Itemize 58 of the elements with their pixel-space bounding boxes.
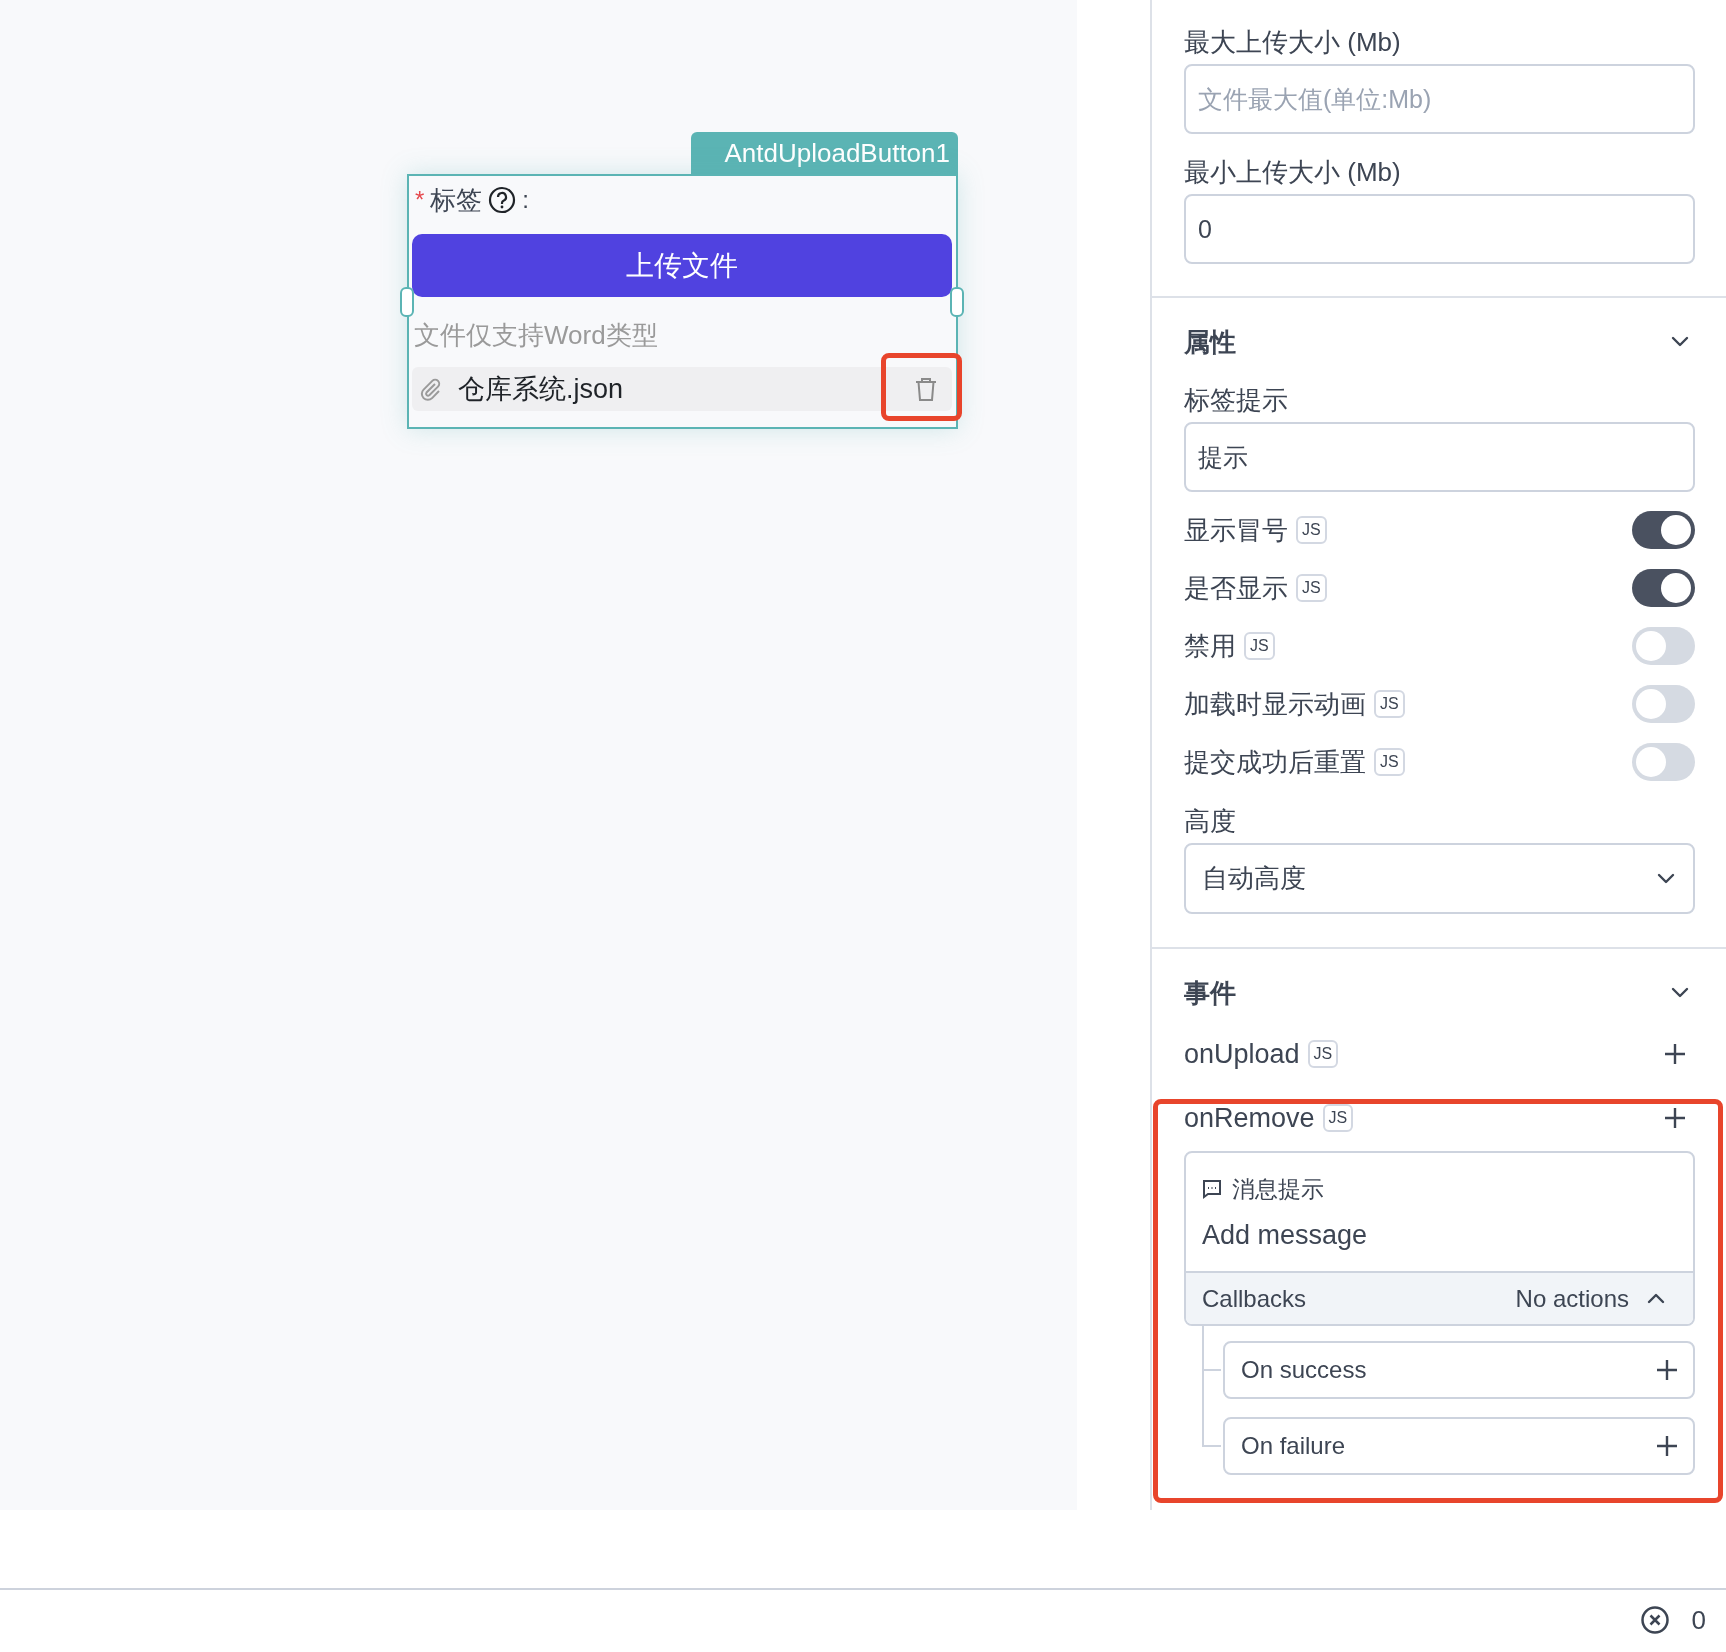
add-icon[interactable] xyxy=(1655,1358,1679,1382)
toggle-label: 加载时显示动画 xyxy=(1184,687,1366,721)
toggle-switch[interactable] xyxy=(1632,511,1695,549)
colon: : xyxy=(522,185,529,215)
callback-item[interactable]: On success xyxy=(1223,1341,1695,1399)
component-name-tag: AntdUploadButton1 xyxy=(691,132,958,174)
js-badge[interactable]: JS xyxy=(1374,748,1405,776)
toggle-label: 是否显示 xyxy=(1184,571,1288,605)
upload-component[interactable]: * 标签 : 上传文件 文件仅支持Word类型 仓库系统.json xyxy=(407,174,958,429)
section-title: 事件 xyxy=(1184,976,1236,1010)
event-name: onUpload xyxy=(1184,1037,1300,1071)
callback-item[interactable]: On failure xyxy=(1223,1417,1695,1475)
event-name: onRemove xyxy=(1184,1101,1315,1135)
js-badge[interactable]: JS xyxy=(1296,574,1327,602)
height-select[interactable]: 自动高度 xyxy=(1184,843,1695,914)
js-badge[interactable]: JS xyxy=(1244,632,1275,660)
error-count: 0 xyxy=(1691,1603,1706,1637)
file-item[interactable]: 仓库系统.json xyxy=(412,367,952,411)
callbacks-header[interactable]: Callbacks No actions xyxy=(1186,1271,1693,1324)
js-badge[interactable]: JS xyxy=(1322,1104,1354,1132)
trash-icon[interactable] xyxy=(914,376,938,402)
field-label: 标签 xyxy=(430,183,483,217)
input-field[interactable]: 0 xyxy=(1184,194,1695,264)
action-type: 消息提示 xyxy=(1232,1174,1324,1204)
callbacks-label: Callbacks xyxy=(1202,1283,1308,1314)
toggle-label: 提交成功后重置 xyxy=(1184,745,1366,779)
required-mark: * xyxy=(415,185,425,215)
field-label: 高度 xyxy=(1184,805,1237,838)
js-badge[interactable]: JS xyxy=(1296,516,1327,544)
upload-hint: 文件仅支持Word类型 xyxy=(413,319,659,352)
callbacks-status: No actions xyxy=(1515,1283,1629,1314)
file-name: 仓库系统.json xyxy=(458,372,625,406)
section-title: 属性 xyxy=(1184,325,1236,359)
toggle-switch[interactable] xyxy=(1632,627,1695,665)
error-icon[interactable] xyxy=(1639,1605,1670,1635)
paperclip-icon[interactable] xyxy=(418,377,442,401)
resize-handle[interactable] xyxy=(400,287,414,317)
action-text: Add message xyxy=(1202,1219,1369,1252)
toggle-switch[interactable] xyxy=(1632,743,1695,781)
toggle-switch[interactable] xyxy=(1632,685,1695,723)
toggle-label: 显示冒号 xyxy=(1184,513,1288,547)
resize-handle[interactable] xyxy=(950,287,964,317)
field-label: 最小上传大小 (Mb) xyxy=(1184,156,1402,189)
action-card[interactable]: 消息提示 Add message Callbacks No actions xyxy=(1184,1151,1695,1326)
add-icon[interactable] xyxy=(1655,1434,1679,1458)
js-badge[interactable]: JS xyxy=(1307,1040,1339,1068)
toggle-label: 禁用 xyxy=(1184,629,1236,663)
field-label: 标签提示 xyxy=(1184,384,1289,417)
add-icon[interactable] xyxy=(1663,1042,1687,1066)
upload-button[interactable]: 上传文件 xyxy=(412,234,952,297)
input-field[interactable]: 提示 xyxy=(1184,422,1695,492)
help-icon[interactable] xyxy=(488,186,517,214)
field-label: 最大上传大小 (Mb) xyxy=(1184,26,1402,59)
toggle-switch[interactable] xyxy=(1632,569,1695,607)
add-icon[interactable] xyxy=(1663,1106,1687,1130)
message-icon[interactable] xyxy=(1202,1179,1222,1199)
input-field[interactable]: 文件最大值(单位:Mb) xyxy=(1184,64,1695,134)
js-badge[interactable]: JS xyxy=(1374,690,1405,718)
